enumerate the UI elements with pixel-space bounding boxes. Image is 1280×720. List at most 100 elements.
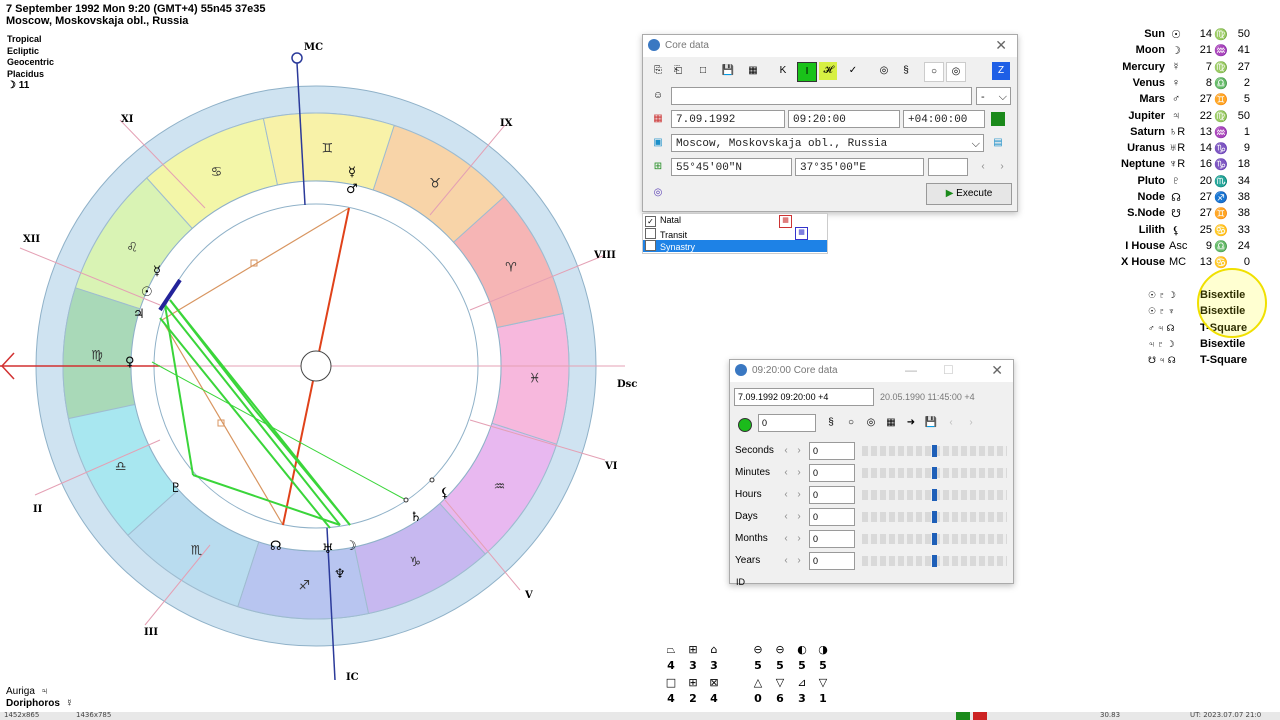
settings-icon[interactable]: ◎ — [649, 184, 667, 202]
latitude-input[interactable]: 55°45'00"N — [671, 158, 792, 176]
core-data-window[interactable]: Core data ✕ ⎘ ⎗ □ 💾 ▦ K I 𝓗 ✓ ◎ § ○ ◎ Z ☺ - ⌵ ▦ 7.09.1… — [642, 34, 1018, 212]
planet-row[interactable]: Venus ♀ 8 ♎ 2 — [1110, 77, 1260, 93]
target-icon[interactable]: ◎ — [946, 62, 966, 82]
increment-icon[interactable]: › — [793, 486, 805, 504]
circle-icon[interactable]: ◎ — [875, 62, 893, 80]
minimize-icon[interactable]: — — [905, 363, 917, 377]
increment-icon[interactable]: › — [793, 464, 805, 482]
planet-row[interactable]: I House Asc 9 ♎ 24 — [1110, 240, 1260, 256]
chart-type-list[interactable]: ✓ Natal Transit Synastry ▦ ▦ — [642, 213, 828, 254]
increment-icon[interactable]: › — [793, 508, 805, 526]
increment-icon[interactable]: › — [793, 442, 805, 460]
time-row-input[interactable]: 0 — [809, 442, 855, 460]
save-icon[interactable]: 💾 — [922, 414, 940, 432]
scroll-left-icon[interactable]: ‹ — [974, 158, 992, 176]
minutes-mode-icon[interactable]: ◎ — [862, 414, 880, 432]
back-icon[interactable]: ‹ — [942, 414, 960, 432]
chart-name-input[interactable] — [671, 87, 972, 105]
slider-handle[interactable] — [932, 555, 937, 567]
h-icon[interactable]: 𝓗 — [819, 62, 837, 80]
contact-icon[interactable]: ☺ — [649, 87, 667, 105]
close-icon[interactable]: ✕ — [991, 362, 1003, 379]
planet-row[interactable]: Jupiter ♃ 22 ♍ 50 — [1110, 110, 1260, 126]
planet-row[interactable]: Lilith ⚸ 25 ♋ 33 — [1110, 224, 1260, 240]
decrement-icon[interactable]: ‹ — [780, 442, 792, 460]
slider-handle[interactable] — [932, 467, 937, 479]
i-icon[interactable]: I — [797, 62, 817, 82]
planet-row[interactable]: Mars ♂ 27 ♊ 5 — [1110, 93, 1260, 109]
table-icon[interactable]: ▦ — [744, 62, 762, 80]
decrement-icon[interactable]: ‹ — [780, 486, 792, 504]
z-icon[interactable]: Z — [992, 62, 1010, 80]
transfer-icon[interactable]: ➜ — [902, 414, 920, 432]
date-input[interactable]: 7.09.1992 — [671, 110, 785, 128]
name-dropdown[interactable]: - ⌵ — [976, 87, 1011, 105]
forward-icon[interactable]: › — [962, 414, 980, 432]
chart-type-synastry[interactable]: Synastry — [643, 240, 827, 252]
ring-icon[interactable]: ○ — [924, 62, 944, 82]
natal-edit-icon[interactable]: ▦ — [779, 215, 792, 228]
transit-checkbox[interactable] — [645, 228, 656, 239]
time-row-input[interactable]: 0 — [809, 508, 855, 526]
chart-type-natal[interactable]: ✓ Natal — [645, 215, 681, 227]
planet-row[interactable]: Uranus ♅R 14 ♑ 9 — [1110, 142, 1260, 158]
seconds-mode-icon[interactable]: ○ — [842, 414, 860, 432]
close-icon[interactable]: ✕ — [995, 37, 1007, 54]
planet-row[interactable]: Pluto ♇ 20 ♏ 34 — [1110, 175, 1260, 191]
natal-checkbox[interactable]: ✓ — [645, 216, 656, 227]
synastry-checkbox[interactable] — [645, 240, 656, 251]
datetime-primary[interactable]: 7.09.1992 09:20:00 +4 — [734, 388, 874, 406]
time-row-input[interactable]: 0 — [809, 464, 855, 482]
slider-handle[interactable] — [932, 445, 937, 457]
increment-icon[interactable]: › — [793, 530, 805, 548]
core-data-titlebar[interactable]: Core data ✕ — [643, 35, 1017, 57]
calendar-icon[interactable]: ▦ — [649, 110, 667, 128]
time-row-input[interactable]: 0 — [809, 486, 855, 504]
calendar-icon[interactable]: ▦ — [882, 414, 900, 432]
copy-icon[interactable]: ⎘ — [649, 62, 667, 80]
aspect-pattern-row[interactable]: ♃ ♇ ☽ Bisextile — [1148, 338, 1245, 354]
time-step-window[interactable]: 09:20:00 Core data — ☐ ✕ 7.09.1992 09:20… — [729, 359, 1014, 587]
time-row-input[interactable]: 0 — [809, 530, 855, 548]
planet-row[interactable]: Neptune ♆R 16 ♑ 18 — [1110, 158, 1260, 174]
save-icon[interactable]: 💾 — [719, 62, 737, 80]
planet-row[interactable]: Moon ☽ 21 ♒ 41 — [1110, 44, 1260, 60]
k-icon[interactable]: K — [774, 62, 792, 80]
increment-icon[interactable]: › — [793, 552, 805, 570]
step-value-input[interactable]: 0 — [758, 414, 816, 432]
planet-row[interactable]: Node ☊ 27 ♐ 38 — [1110, 191, 1260, 207]
planet-row[interactable]: Mercury ☿ 7 ♍ 27 — [1110, 61, 1260, 77]
timezone-input[interactable]: +04:00:00 — [903, 110, 985, 128]
decrement-icon[interactable]: ‹ — [780, 530, 792, 548]
decrement-icon[interactable]: ‹ — [780, 552, 792, 570]
time-row-input[interactable]: 0 — [809, 552, 855, 570]
execute-button[interactable]: ▶ Execute — [926, 183, 1012, 205]
aspect-pattern-row[interactable]: ☋ ♃ ☊ T-Square — [1148, 354, 1247, 370]
altitude-input[interactable] — [928, 158, 968, 176]
planet-row[interactable]: S.Node ☋ 27 ♊ 38 — [1110, 207, 1260, 223]
slider-handle[interactable] — [932, 489, 937, 501]
new-icon[interactable]: □ — [694, 62, 712, 80]
planet-row[interactable]: Sun ☉ 14 ♍ 50 — [1110, 28, 1260, 44]
s-icon[interactable]: § — [897, 62, 915, 80]
timezone-color-button[interactable] — [991, 112, 1005, 126]
map-icon[interactable]: ▣ — [649, 134, 667, 152]
planet-row[interactable]: Saturn ♄R 13 ♒ 1 — [1110, 126, 1260, 142]
chart-type-transit[interactable]: Transit — [645, 228, 687, 240]
longitude-input[interactable]: 37°35'00"E — [795, 158, 924, 176]
time-input[interactable]: 09:20:00 — [788, 110, 900, 128]
check-icon[interactable]: ✓ — [844, 62, 862, 80]
place-input[interactable]: Moscow, Moskovskaja obl., Russia ⌵ — [671, 134, 984, 152]
slider-handle[interactable] — [932, 533, 937, 545]
atlas-icon[interactable]: ▤ — [989, 134, 1007, 152]
maximize-icon[interactable]: ☐ — [943, 363, 954, 377]
transit-edit-icon[interactable]: ▦ — [795, 227, 808, 240]
time-window-titlebar[interactable]: 09:20:00 Core data — ☐ ✕ — [730, 360, 1013, 382]
run-indicator-button[interactable] — [738, 418, 752, 432]
step-type-icon[interactable]: § — [822, 414, 840, 432]
scroll-right-icon[interactable]: › — [993, 158, 1011, 176]
decrement-icon[interactable]: ‹ — [780, 508, 792, 526]
coordinates-icon[interactable]: ⊞ — [649, 158, 667, 176]
decrement-icon[interactable]: ‹ — [780, 464, 792, 482]
slider-handle[interactable] — [932, 511, 937, 523]
